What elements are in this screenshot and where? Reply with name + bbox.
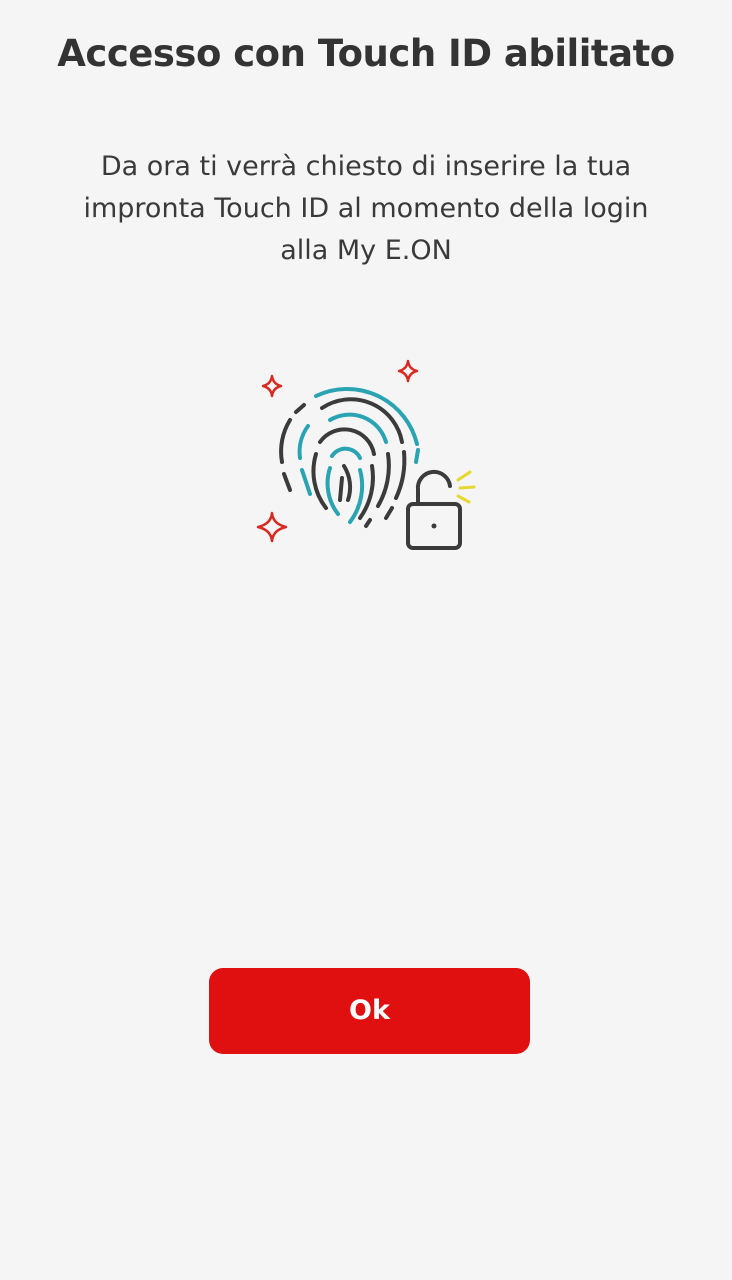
fingerprint-icon [279,386,420,528]
page-title: Accesso con Touch ID abilitato [57,32,675,75]
description-text: Da ora ti verrà chiesto di inserire la t… [83,151,649,266]
fingerprint-unlock-illustration [256,359,476,550]
unlocked-padlock-icon [406,469,462,550]
sparkle-icon [261,374,283,398]
touch-id-enabled-screen: Accesso con Touch ID abilitato Da ora ti… [0,0,732,1280]
sparkle-icon [256,511,288,543]
sparkle-icon [397,359,419,383]
lock-glow-icon [456,470,476,504]
ok-button[interactable]: Ok [209,968,530,1054]
